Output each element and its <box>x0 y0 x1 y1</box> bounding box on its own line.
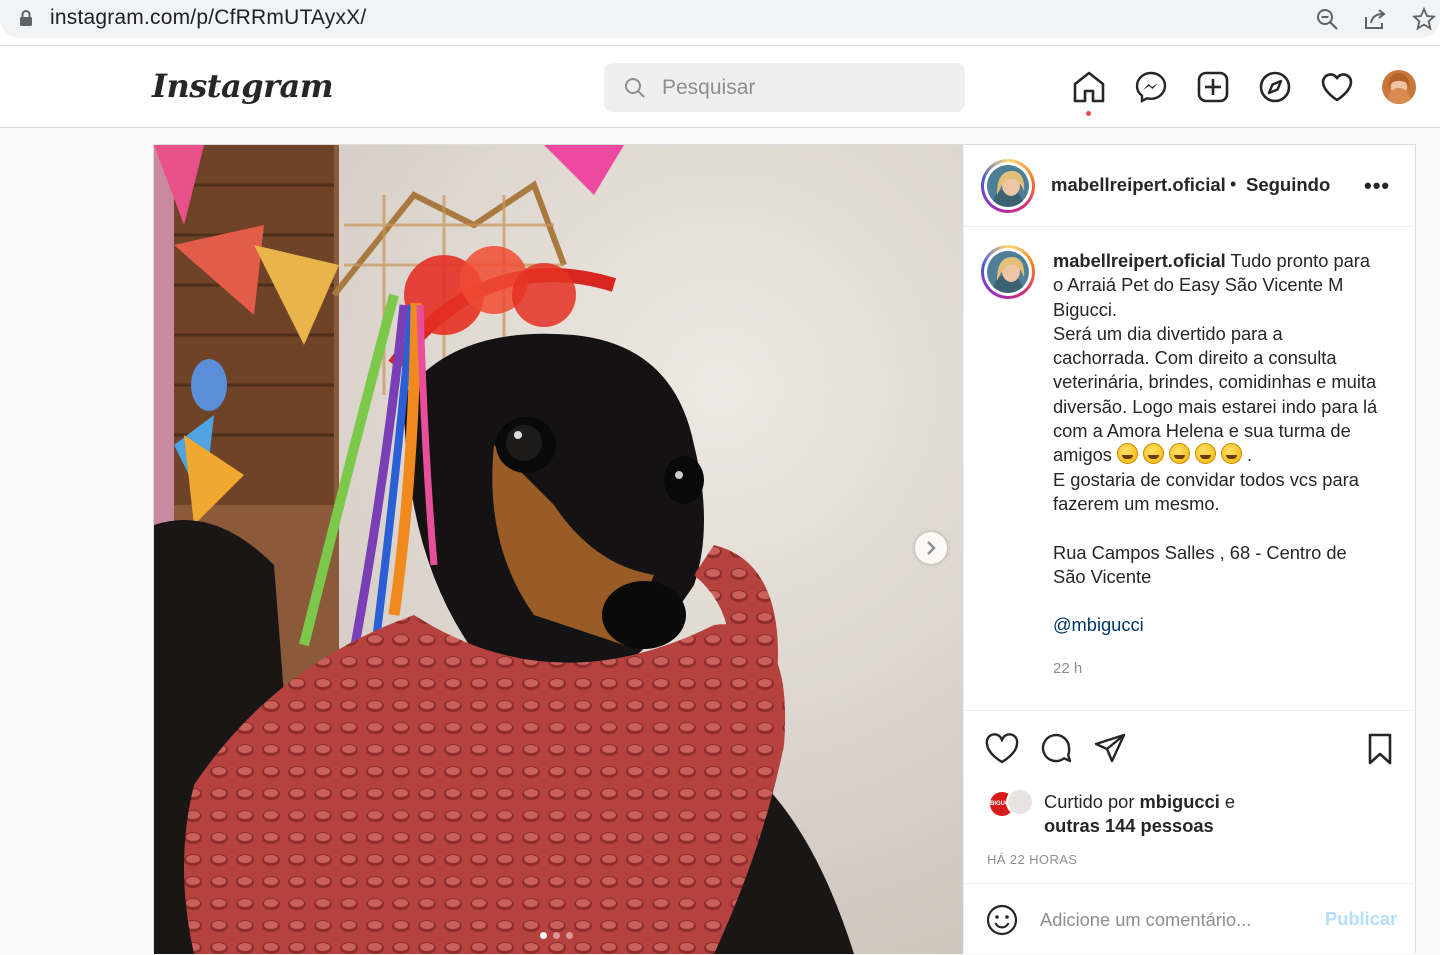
caption-author-avatar[interactable] <box>981 245 1035 299</box>
url-pill[interactable]: instagram.com/p/CfRRmUTAyxX/ <box>0 0 1440 38</box>
caption-section: mabellreipert.oficial Tudo pronto para o… <box>964 228 1417 708</box>
profile-avatar[interactable] <box>1382 70 1416 104</box>
post-image[interactable] <box>154 145 963 954</box>
author-avatar[interactable] <box>981 159 1035 213</box>
comment-form: Publicar <box>964 883 1417 955</box>
post-card: mabellreipert.oficial • Seguindo ••• mab… <box>153 144 1417 954</box>
likes-prefix: Curtido por <box>1044 791 1135 812</box>
likes-text: Curtido por mbigucci e outras 144 pessoa… <box>1044 790 1344 839</box>
activity-heart-icon[interactable] <box>1319 69 1355 105</box>
instagram-logo[interactable]: Instagram <box>152 67 334 105</box>
post-sidebar: mabellreipert.oficial • Seguindo ••• mab… <box>963 145 1417 954</box>
liker-avatar[interactable] <box>1006 788 1034 816</box>
caption-mention-link[interactable]: @mbigucci <box>1053 613 1383 637</box>
home-icon[interactable] <box>1071 69 1107 105</box>
messenger-icon[interactable] <box>1133 69 1169 105</box>
publish-button[interactable]: Publicar <box>1325 908 1397 930</box>
explore-icon[interactable] <box>1257 69 1293 105</box>
carousel-next-button[interactable] <box>915 532 947 564</box>
author-username[interactable]: mabellreipert.oficial <box>1051 174 1226 196</box>
likes-conj: e <box>1224 791 1236 812</box>
emoji-wink-icon <box>1195 443 1217 465</box>
caption-line-3: E gostaria de convidar todos vcs para fa… <box>1053 468 1359 514</box>
comment-icon[interactable] <box>1038 731 1074 767</box>
search-input[interactable] <box>662 73 952 103</box>
instagram-header: Instagram <box>0 47 1440 128</box>
caption-line-2: Será um dia divertido para a cachorrada.… <box>1053 322 1383 468</box>
lock-icon[interactable] <box>18 9 34 27</box>
search-box[interactable] <box>604 63 965 112</box>
liker-username[interactable]: mbigucci <box>1140 791 1220 812</box>
caption-text: mabellreipert.oficial Tudo pronto para o… <box>1053 249 1383 638</box>
zoom-icon[interactable] <box>1314 6 1340 32</box>
new-post-icon[interactable] <box>1195 69 1231 105</box>
notification-dot <box>1086 111 1091 116</box>
carousel-dot <box>553 932 560 939</box>
carousel-dot <box>540 932 547 939</box>
post-timestamp[interactable]: HÁ 22 HORAS <box>987 852 1077 867</box>
star-icon[interactable] <box>1411 6 1437 32</box>
caption-username[interactable]: mabellreipert.oficial <box>1053 250 1226 271</box>
caption-line-2-text: Será um dia divertido para a cachorrada.… <box>1053 322 1378 466</box>
search-icon <box>625 78 645 98</box>
like-heart-icon[interactable] <box>984 731 1020 767</box>
emoji-rofl-icon <box>1169 443 1191 465</box>
chevron-right-icon <box>927 541 936 555</box>
following-button[interactable]: Seguindo <box>1246 174 1330 196</box>
emoji-rofl-icon <box>1143 443 1165 465</box>
caption-emoji-tail: . <box>1247 444 1253 466</box>
emoji-rofl-icon <box>1117 443 1139 465</box>
share-direct-icon[interactable] <box>1092 731 1128 767</box>
caption-time: 22 h <box>1053 660 1083 677</box>
browser-address-bar: instagram.com/p/CfRRmUTAyxX/ <box>0 0 1440 46</box>
caption-address: Rua Campos Salles , 68 - Centro de São V… <box>1053 541 1347 587</box>
likes-others-link[interactable]: outras 144 pessoas <box>1044 815 1214 836</box>
more-options-icon[interactable]: ••• <box>1364 173 1390 199</box>
post-actions: BIGUCCI Curtido por mbigucci e outras 14… <box>964 710 1417 954</box>
url-text[interactable]: instagram.com/p/CfRRmUTAyxX/ <box>50 6 366 30</box>
comment-input[interactable] <box>1040 906 1300 934</box>
likes-summary: BIGUCCI Curtido por mbigucci e outras 14… <box>988 788 1408 848</box>
share-icon[interactable] <box>1362 6 1388 32</box>
separator-dot: • <box>1230 174 1237 194</box>
post-header: mabellreipert.oficial • Seguindo ••• <box>964 145 1417 227</box>
save-bookmark-icon[interactable] <box>1362 731 1398 767</box>
carousel-dot <box>566 932 573 939</box>
emoji-picker-icon[interactable] <box>986 904 1018 936</box>
emoji-wink-icon <box>1221 443 1243 465</box>
carousel-indicator <box>540 926 579 939</box>
